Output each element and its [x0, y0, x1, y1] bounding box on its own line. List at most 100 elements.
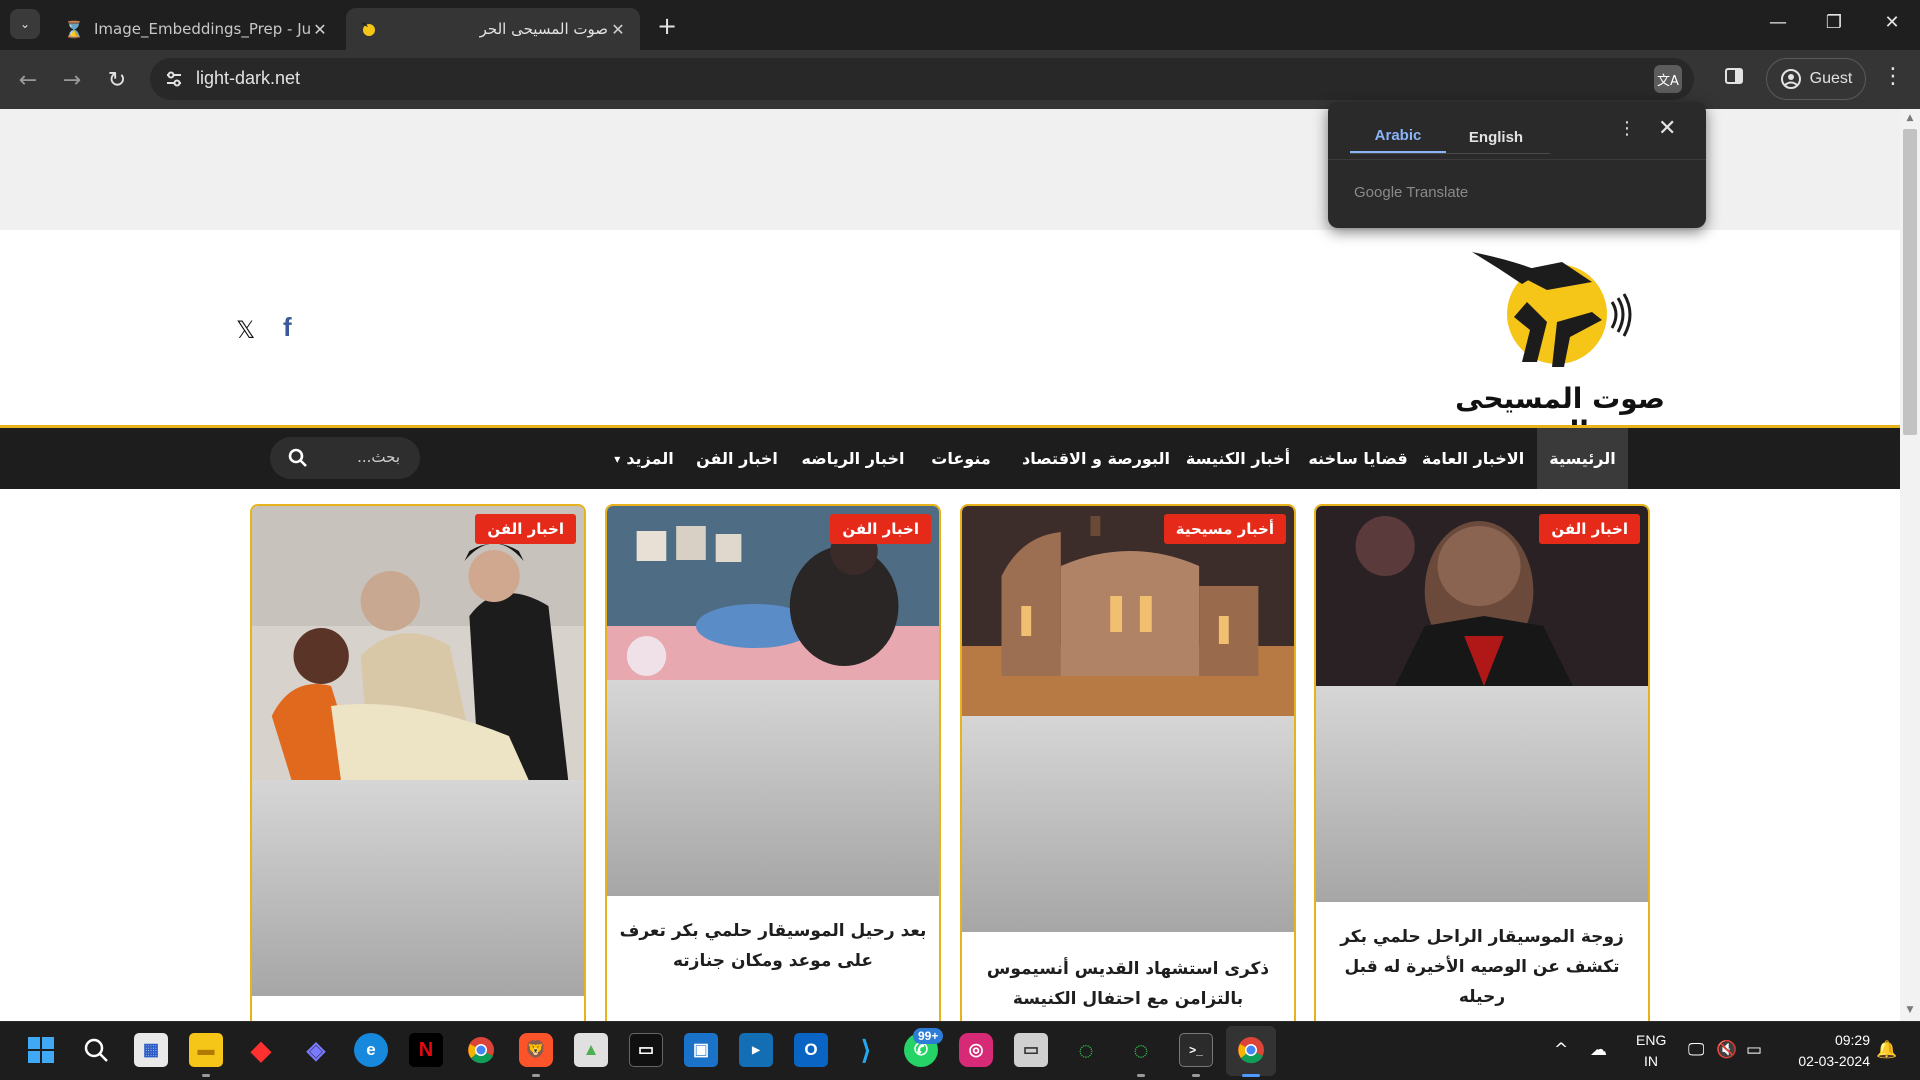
anydesk-icon[interactable]: ◆: [244, 1033, 278, 1067]
news-card-title[interactable]: ذكرى استشهاد القديس أنسيموس بالتزامن مع …: [962, 954, 1294, 1014]
close-icon[interactable]: ✕: [608, 20, 628, 39]
outlook-icon[interactable]: O: [794, 1033, 828, 1067]
restore-button[interactable]: ❐: [1814, 12, 1854, 33]
brave-icon[interactable]: 🦁: [519, 1033, 553, 1067]
category-badge[interactable]: اخبار الفن: [830, 514, 931, 544]
nav-item-sports-news[interactable]: اخبار الرياضه: [800, 428, 906, 489]
windows-start-icon[interactable]: [24, 1033, 58, 1067]
news-card[interactable]: اخبار الفن بعد رحيل الموسيقار حلمي بكر ت…: [605, 504, 941, 1021]
nav-item-stock-economy[interactable]: البورصة و الاقتصاد: [1018, 428, 1174, 489]
language-indicator[interactable]: ENG: [1636, 1032, 1666, 1048]
notification-bell-icon[interactable]: 🔔: [1876, 1040, 1897, 1060]
search-placeholder: بحث...: [357, 448, 400, 466]
site-search-input[interactable]: بحث...: [270, 437, 420, 479]
image-viewer-icon[interactable]: ▲: [574, 1033, 608, 1067]
news-card-image-placeholder: [1316, 686, 1648, 902]
onedrive-icon[interactable]: ☁: [1590, 1040, 1607, 1060]
chrome-icon-active[interactable]: [1234, 1033, 1268, 1067]
scroll-down-arrow[interactable]: ▼: [1904, 1005, 1916, 1015]
news-card[interactable]: اخبار الفن زوجة الموسيقار الراحل حلمي بك…: [1314, 504, 1650, 1021]
translate-tab-arabic[interactable]: Arabic: [1350, 120, 1446, 154]
category-badge[interactable]: اخبار الفن: [475, 514, 576, 544]
nav-item-more[interactable]: المزيد ▾: [606, 428, 682, 489]
region-indicator[interactable]: IN: [1636, 1053, 1666, 1069]
more-vert-icon[interactable]: ⋮: [1618, 118, 1636, 139]
clock-time[interactable]: 09:29: [1782, 1032, 1870, 1048]
browser-menu-button[interactable]: ⋮: [1882, 64, 1904, 89]
profile-label: Guest: [1809, 70, 1853, 87]
forward-button[interactable]: →: [56, 64, 88, 96]
chevron-down-icon: ▾: [614, 451, 621, 466]
new-tab-button[interactable]: +: [652, 12, 682, 40]
app-window-icon[interactable]: ▭: [1014, 1033, 1048, 1067]
news-card-title[interactable]: بعد رحيل الموسيقار حلمي بكر تعرف على موع…: [607, 916, 939, 976]
chrome-icon[interactable]: [464, 1033, 498, 1067]
browser-toolbar: ← → ↻ light-dark.net 文A Guest ⋮: [0, 50, 1920, 109]
scroll-up-arrow[interactable]: ▲: [1904, 113, 1916, 123]
nav-item-art-news[interactable]: اخبار الفن: [696, 428, 778, 489]
news-card-image-placeholder: [252, 780, 584, 996]
speaker-muted-icon[interactable]: 🔇: [1716, 1040, 1737, 1060]
divider: [1328, 159, 1706, 160]
battery-icon[interactable]: ▭: [1746, 1040, 1762, 1060]
notification-badge: 99+: [913, 1028, 944, 1044]
account-icon: [1780, 69, 1801, 89]
hourglass-icon: ⌛: [64, 19, 84, 39]
nav-item-church-news[interactable]: أخبار الكنيسة: [1180, 428, 1296, 489]
vscode-icon[interactable]: ⟩: [849, 1033, 883, 1067]
clock-date[interactable]: 02-03-2024: [1782, 1053, 1870, 1069]
netflix-icon[interactable]: N: [409, 1033, 443, 1067]
copilot-icon[interactable]: ◈: [299, 1033, 333, 1067]
news-card-image-placeholder: [962, 716, 1294, 932]
news-card-image: [252, 506, 584, 780]
edge-icon[interactable]: e: [354, 1033, 388, 1067]
chevron-down-icon: ⌄: [19, 17, 31, 31]
nav-item-general-news[interactable]: الاخبار العامة: [1418, 428, 1528, 489]
translate-popup: Arabic English ⋮ ✕ Google Translate: [1328, 102, 1706, 228]
nav-item-hot-issues[interactable]: قضايا ساخنه: [1304, 428, 1412, 489]
microsoft-store-icon[interactable]: ▦: [134, 1033, 168, 1067]
tab-title: صوت المسيحى الحر: [479, 20, 608, 38]
nav-item-more-label: المزيد: [626, 449, 674, 468]
search-icon[interactable]: [79, 1033, 113, 1067]
loader-app-icon[interactable]: ◌: [1069, 1033, 1103, 1067]
scroll-thumb[interactable]: [1903, 129, 1917, 435]
close-icon[interactable]: ✕: [1658, 116, 1676, 141]
prime-video-icon[interactable]: ▶: [739, 1033, 773, 1067]
profile-button[interactable]: Guest: [1766, 58, 1866, 100]
reload-button[interactable]: ↻: [101, 64, 133, 96]
news-card[interactable]: اخبار الفن: [250, 504, 586, 1021]
address-bar[interactable]: light-dark.net 文A: [150, 58, 1694, 100]
translate-icon[interactable]: 文A: [1654, 65, 1682, 93]
chevron-up-icon[interactable]: ^: [1554, 1040, 1568, 1060]
translate-tab-english[interactable]: English: [1446, 120, 1546, 154]
side-panel-button[interactable]: [1724, 66, 1752, 94]
x-twitter-icon[interactable]: 𝕏: [236, 316, 255, 344]
arrow-left-icon: ←: [18, 67, 38, 93]
command-prompt-icon[interactable]: >_: [1179, 1033, 1213, 1067]
site-info-icon[interactable]: [162, 67, 186, 91]
back-button[interactable]: ←: [12, 64, 44, 96]
minimize-button[interactable]: —: [1758, 12, 1798, 33]
news-card-title[interactable]: زوجة الموسيقار الراحل حلمي بكر تكشف عن ا…: [1316, 922, 1648, 1012]
tab-search-button[interactable]: ⌄: [10, 9, 40, 39]
nav-item-home[interactable]: الرئيسية: [1537, 428, 1628, 489]
close-icon[interactable]: ✕: [310, 20, 330, 39]
category-badge[interactable]: أخبار مسيحية: [1163, 514, 1286, 544]
facebook-icon[interactable]: f: [283, 312, 292, 343]
loader-app-icon[interactable]: ◌: [1124, 1033, 1158, 1067]
terminal-window-icon[interactable]: ▭: [629, 1033, 663, 1067]
network-icon[interactable]: 🖵: [1688, 1040, 1704, 1060]
page-scrollbar[interactable]: ▲ ▼: [1900, 109, 1920, 1021]
nav-item-misc[interactable]: منوعات: [928, 428, 994, 489]
file-explorer-icon[interactable]: ▬: [189, 1033, 223, 1067]
news-card-image-placeholder: [607, 680, 939, 896]
tab-active-site[interactable]: صوت المسيحى الحر ✕: [346, 8, 640, 50]
news-card[interactable]: أخبار مسيحية ذكرى استشهاد القديس أنسيموس…: [960, 504, 1296, 1021]
window-close-button[interactable]: ✕: [1872, 12, 1912, 33]
search-icon: [288, 448, 307, 467]
category-badge[interactable]: اخبار الفن: [1539, 514, 1640, 544]
instagram-icon[interactable]: ◎: [959, 1033, 993, 1067]
remote-desktop-icon[interactable]: ▣: [684, 1033, 718, 1067]
tab-jupyter[interactable]: ⌛ Image_Embeddings_Prep - Jupy ✕: [52, 8, 342, 50]
